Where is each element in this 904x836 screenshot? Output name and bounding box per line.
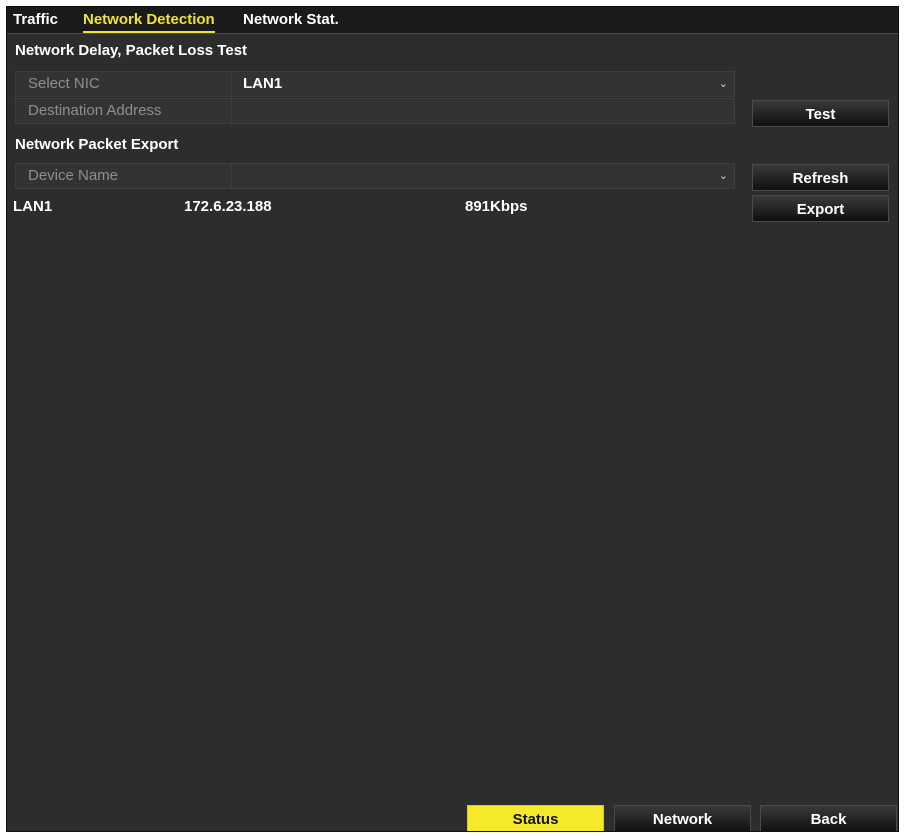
- packet-export-title: Network Packet Export: [15, 136, 179, 153]
- select-nic-row: Select NIC LAN1 ⌄: [15, 71, 735, 97]
- network-detection-window: Traffic Network Detection Network Stat. …: [6, 6, 899, 832]
- packet-row-ip: 172.6.23.188: [184, 198, 272, 215]
- destination-address-row: Destination Address: [15, 98, 735, 124]
- destination-address-label: Destination Address: [16, 99, 232, 123]
- delay-test-title: Network Delay, Packet Loss Test: [15, 42, 248, 59]
- test-button[interactable]: Test: [752, 100, 889, 127]
- packet-row-name: LAN1: [13, 198, 53, 215]
- network-button[interactable]: Network: [614, 805, 751, 831]
- tab-bar: Traffic Network Detection Network Stat.: [7, 7, 898, 34]
- chevron-down-icon[interactable]: ⌄: [719, 72, 728, 96]
- destination-address-input[interactable]: [233, 99, 734, 123]
- select-nic-value: LAN1: [243, 75, 283, 92]
- select-nic-label: Select NIC: [16, 72, 232, 96]
- packet-row-rate: 891Kbps: [465, 198, 528, 215]
- status-button[interactable]: Status: [467, 805, 604, 831]
- select-nic-dropdown[interactable]: LAN1: [233, 72, 734, 96]
- tab-network-stat[interactable]: Network Stat.: [243, 11, 339, 31]
- device-name-label: Device Name: [16, 164, 232, 188]
- tab-network-detection[interactable]: Network Detection: [83, 11, 215, 33]
- device-name-dropdown[interactable]: [233, 164, 734, 188]
- tab-traffic[interactable]: Traffic: [13, 11, 58, 31]
- export-button[interactable]: Export: [752, 195, 889, 222]
- back-button[interactable]: Back: [760, 805, 897, 831]
- chevron-down-icon[interactable]: ⌄: [719, 164, 728, 188]
- refresh-button[interactable]: Refresh: [752, 164, 889, 191]
- device-name-row: Device Name ⌄: [15, 163, 735, 189]
